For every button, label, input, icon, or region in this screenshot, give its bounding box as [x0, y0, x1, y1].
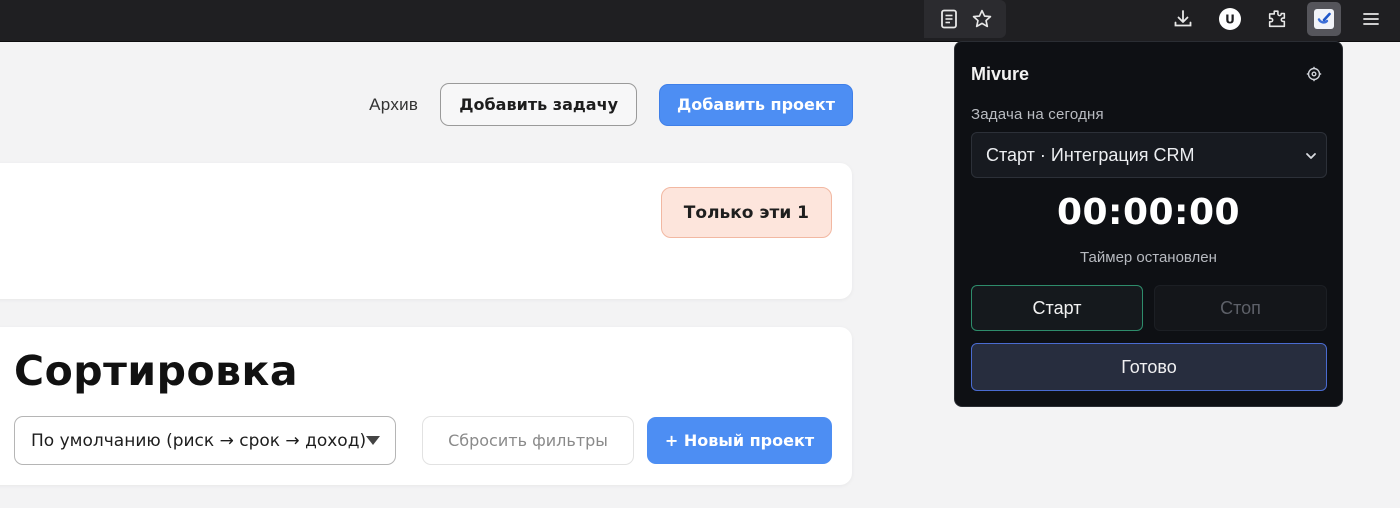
stop-button[interactable]: Стоп [1154, 285, 1327, 331]
caret-down-icon [366, 436, 380, 445]
timer-display: 00:00:00 [1056, 192, 1241, 233]
header-actions: Архив Добавить задачу Добавить проект [369, 83, 853, 126]
bookmark-star-icon[interactable] [965, 2, 998, 36]
task-select[interactable]: Старт · Интеграция CRM [971, 132, 1327, 178]
settings-gear-icon[interactable] [1306, 66, 1322, 87]
only-these-filter-chip[interactable]: Только эти 1 [660, 187, 832, 238]
chevron-down-icon [1304, 147, 1318, 168]
menu-icon[interactable] [1354, 2, 1388, 36]
sort-title: Сортировка [14, 347, 299, 395]
filter-card: Только эти 1 [0, 163, 852, 299]
browser-toolbar: U [0, 0, 1400, 42]
account-letter: U [1225, 13, 1235, 27]
task-label: Задача на сегодня [971, 106, 1104, 123]
url-bar-end [924, 0, 1006, 38]
done-button[interactable]: Готово [971, 343, 1327, 391]
mivure-extension-icon[interactable] [1307, 2, 1341, 36]
add-task-button[interactable]: Добавить задачу [440, 83, 637, 126]
sort-select[interactable]: По умолчанию (риск → срок → доход) [14, 416, 396, 465]
sort-select-value: По умолчанию (риск → срок → доход) [31, 430, 367, 451]
archive-link[interactable]: Архив [369, 95, 418, 115]
popup-title: Mivure [971, 64, 1030, 84]
add-project-button[interactable]: Добавить проект [659, 83, 853, 126]
reset-filters-button[interactable]: Сбросить фильтры [422, 416, 634, 465]
toolbar-right: U [1166, 0, 1388, 38]
mivure-popup: Mivure Задача на сегодня Старт · Интегра… [954, 41, 1343, 407]
task-select-value: Старт · Интеграция CRM [986, 144, 1195, 165]
account-icon[interactable]: U [1213, 2, 1247, 36]
extensions-icon[interactable] [1260, 2, 1294, 36]
new-project-button[interactable]: + Новый проект [647, 417, 832, 464]
reader-view-icon[interactable] [932, 2, 965, 36]
timer-status: Таймер остановлен [1080, 249, 1217, 266]
sort-card: Сортировка По умолчанию (риск → срок → д… [0, 327, 852, 485]
start-button[interactable]: Старт [971, 285, 1143, 331]
downloads-icon[interactable] [1166, 2, 1200, 36]
